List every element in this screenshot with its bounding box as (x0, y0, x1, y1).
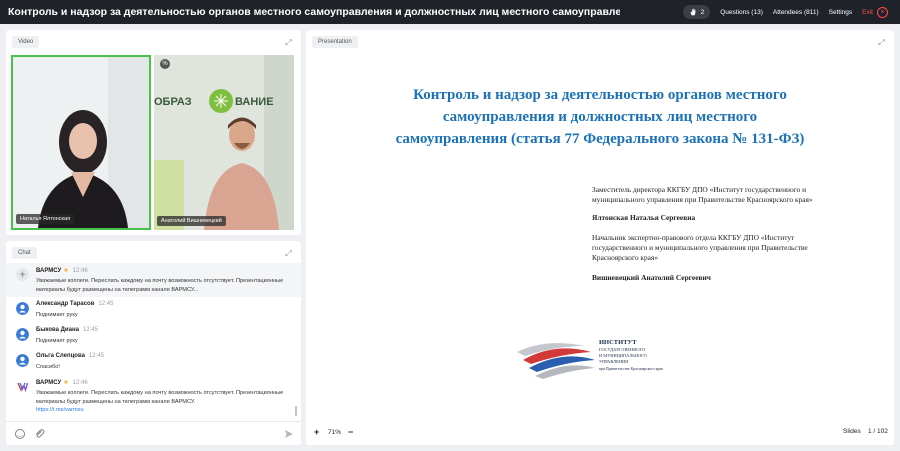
speaker1-position: Заместитель директора ККГБУ ДПО «Институ… (592, 185, 813, 204)
zoom-level: 71% (328, 429, 342, 436)
zoom-out-button[interactable]: − (348, 427, 353, 437)
slide-speakers: Заместитель директора ККГБУ ДПО «Институ… (592, 185, 842, 283)
exit-button[interactable]: Exit × (862, 6, 888, 18)
star-icon: ★ (63, 268, 69, 274)
message-text: Уважаемые коллеги. Переслать каждому на … (36, 278, 284, 293)
raised-hands-count: 2 (700, 8, 705, 16)
chat-scrollbar[interactable] (295, 406, 297, 416)
message-time: 12:46 (72, 380, 88, 386)
message-author: Быкова Диана (36, 327, 79, 333)
participant-name: Наталья Ялтонская (16, 214, 75, 224)
expand-icon[interactable]: ⤢ (877, 38, 886, 47)
slide-title: Контроль и надзор за деятельностью орган… (395, 87, 805, 147)
pin-icon (16, 268, 29, 281)
user-avatar-icon (16, 328, 29, 341)
top-bar-actions: 2 Questions (13) Attendees (811) Setting… (682, 0, 888, 24)
hand-icon (690, 8, 696, 16)
logo-line3: И МУНИЦИПАЛЬНОГО (599, 353, 647, 358)
speaker1-video (13, 57, 149, 228)
video-tile-speaker1[interactable]: Наталья Ялтонская (11, 55, 151, 230)
user-avatar-icon (16, 302, 29, 315)
message-author: ВАРМСУ (36, 268, 62, 274)
logo-line2: ГОСУДАРСТВЕННОГО (599, 347, 645, 352)
raised-hands-button[interactable]: 2 (682, 5, 711, 19)
presentation-slide: Контроль и надзор за деятельностью орган… (350, 52, 847, 420)
chat-panel: Chat ⤢ ВАРМСУ ★ 12:46 Уважаемые коллеги. П… (6, 241, 301, 445)
attendees-tab[interactable]: Attendees (811) (773, 9, 819, 16)
participant-name: Анатолий Вишневецкий (157, 216, 226, 226)
message-text: Поднимает руку (36, 338, 78, 344)
user-avatar-icon (16, 354, 29, 367)
message-time: 12:46 (72, 268, 88, 274)
slide-counter: 1 / 102 (868, 428, 888, 435)
speaker2-name: Вишневецкий Анатолий Сергеевич (592, 273, 711, 282)
message-time: 12:45 (82, 327, 98, 333)
varmsu-logo-icon (17, 382, 29, 393)
message-text: Поднимает руку (36, 312, 78, 318)
send-icon[interactable] (284, 429, 294, 439)
presentation-controls: + 71% − Slides 1 / 102 (306, 420, 894, 445)
message-text: Спасибо! (36, 364, 60, 370)
message-author: ВАРМСУ (36, 380, 62, 386)
zoom-in-button[interactable]: + (314, 427, 319, 437)
expand-icon[interactable]: ⤢ (284, 249, 293, 258)
message-time: 12:45 (98, 301, 114, 307)
presentation-tab-label: Presentation (312, 36, 358, 48)
speaker2-position: Начальник экспертно-правового отдела ККГ… (592, 233, 808, 262)
logo-line1: ИНСТИТУТ (599, 339, 637, 346)
chat-divider (6, 421, 301, 422)
background-logo-right: ВАНИЕ (235, 96, 274, 108)
logo-line4: УПРАВЛЕНИЯ (599, 359, 628, 364)
chat-tab-label: Chat (12, 247, 37, 259)
background-logo-left: ОБРАЗ (154, 96, 192, 108)
close-icon: × (877, 6, 888, 18)
exit-label: Exit (862, 8, 873, 16)
message-time: 12:45 (88, 353, 104, 359)
mic-off-icon: % (160, 59, 170, 69)
message-author: Александр Тарасов (36, 301, 95, 307)
speaker2-video: ОБРАЗ ВАНИЕ (154, 55, 294, 230)
message-text: Уважаемые коллеги. Переслать каждому на … (36, 389, 304, 415)
top-bar: Контроль и надзор за деятельностью орган… (0, 0, 900, 24)
message-author: Ольга Слепцова (36, 353, 85, 359)
video-tab-label: Video (12, 36, 40, 48)
settings-button[interactable]: Settings (829, 9, 853, 16)
slides-label: Slides (843, 428, 861, 435)
message-body: Уважаемые коллеги. Переслать каждому на … (36, 390, 284, 405)
emoji-icon[interactable]: ‿ (15, 429, 25, 439)
speaker1-name: Ялтонская Наталья Сергеевна (592, 213, 696, 222)
expand-icon[interactable]: ⤢ (284, 38, 293, 47)
questions-tab[interactable]: Questions (13) (720, 9, 763, 16)
video-tile-speaker2[interactable]: ОБРАЗ ВАНИЕ Анатолий Вишневецкий % (154, 55, 294, 230)
star-icon: ★ (63, 380, 69, 386)
logo-line5: при Правительстве Красноярского края (599, 367, 663, 371)
attachment-icon[interactable] (34, 428, 45, 439)
telegram-link[interactable]: https://t.me/varmsu (36, 407, 84, 413)
webinar-title: Контроль и надзор за деятельностью орган… (8, 6, 620, 18)
institute-logo: ИНСТИТУТ ГОСУДАРСТВЕННОГО И МУНИЦИПАЛЬНО… (517, 339, 663, 379)
